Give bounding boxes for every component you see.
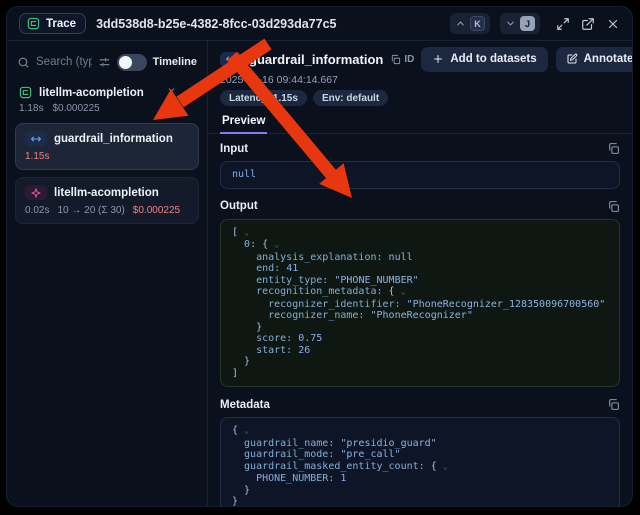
stat: 1.15s [25, 151, 49, 162]
timeline-label: Timeline [153, 56, 197, 68]
trace-icon [27, 17, 40, 30]
tree-item-label: guardrail_information [54, 133, 189, 145]
nav-prev-button[interactable]: K [450, 13, 490, 34]
annotate-button[interactable]: Annotate [556, 47, 633, 72]
topbar: Trace 3dd538d8-b25e-4382-8fcc-03d293da77… [7, 7, 632, 41]
tree-item-stats: 1.15s [25, 151, 189, 162]
tabbar: Preview [208, 111, 632, 134]
copy-id-button[interactable]: ID [390, 54, 414, 65]
annotate-button-group: Annotate [556, 47, 633, 72]
trace-type-badge: Trace [19, 13, 86, 34]
expand-icon[interactable] [556, 17, 570, 31]
copy-icon[interactable] [607, 142, 620, 155]
tab-preview[interactable]: Preview [220, 112, 267, 134]
copy-icon[interactable] [607, 200, 620, 213]
trace-id: 3dd538d8-b25e-4382-8fcc-03d293da77c5 [96, 17, 336, 31]
stat: 10 → 20 (Σ 30) [57, 205, 124, 216]
sidebar-item-guardrail_information[interactable]: guardrail_information 1.15s [15, 123, 199, 170]
filter-sliders-icon[interactable] [98, 56, 111, 69]
toggle-knob [119, 56, 132, 69]
status-badge: Env: default [313, 90, 388, 106]
trace-badge-label: Trace [46, 18, 76, 30]
nav-next-button[interactable]: J [500, 13, 540, 34]
input-section-title: Input [220, 143, 248, 155]
key-badge-j: J [520, 16, 535, 31]
stat: 0.02s [25, 205, 49, 216]
copy-icon[interactable] [607, 398, 620, 411]
status-badge: Latency: 1.15s [220, 90, 307, 106]
chevron-down-icon [505, 18, 516, 29]
plus-icon [432, 53, 444, 65]
search-icon [17, 56, 30, 69]
tree-item-label: litellm-acompletion [54, 187, 189, 199]
badges-row: Latency: 1.15s Env: default [220, 90, 620, 106]
copy-icon [390, 54, 401, 65]
observation-timestamp: 2025-05-16 09:44:14.667 [220, 74, 620, 86]
tree-root-item[interactable]: litellm-acompletion [15, 83, 199, 99]
timeline-toggle[interactable] [117, 54, 147, 71]
span-icon [220, 52, 242, 67]
trace-detail-window: Trace 3dd538d8-b25e-4382-8fcc-03d293da77… [6, 6, 633, 507]
root-duration: 1.18s [19, 103, 43, 114]
root-cost: $0.000225 [52, 103, 99, 114]
id-label: ID [404, 54, 414, 65]
output-section-title: Output [220, 200, 258, 212]
observation-title: guardrail_information [249, 52, 383, 67]
sidebar-item-litellm-acompletion[interactable]: litellm-acompletion 0.02s 10 → 20 (Σ 30) $0… [15, 177, 199, 224]
tree-items: guardrail_information 1.15s litellm-acompl… [15, 123, 199, 231]
stat: $0.000225 [133, 205, 180, 216]
expand-all-icon[interactable] [184, 87, 195, 98]
annotate-icon [566, 53, 578, 65]
metadata-section: Metadata { ⌄ guardrail_name: "presidio_g… [220, 396, 620, 506]
span-icon [25, 131, 47, 146]
output-code-box: [ ⌄ 0: { ⌄ analysis_explanation: null en… [220, 219, 620, 388]
trace-icon [19, 86, 32, 99]
close-icon[interactable] [606, 17, 620, 31]
output-section: Output [ ⌄ 0: { ⌄ analysis_explanation: … [220, 198, 620, 388]
chevron-up-icon [455, 18, 466, 29]
input-code-box: null [220, 161, 620, 189]
tree-root-label: litellm-acompletion [39, 87, 159, 99]
input-section: Input null [220, 140, 620, 189]
observation-detail-panel: guardrail_information ID Add to datasets [208, 41, 632, 506]
add-to-datasets-label: Add to datasets [450, 53, 536, 65]
search-input[interactable] [36, 56, 92, 68]
metadata-code-box: { ⌄ guardrail_name: "presidio_guard" gua… [220, 417, 620, 506]
external-link-icon[interactable] [581, 17, 595, 31]
generation-icon [25, 185, 47, 200]
add-to-datasets-button[interactable]: Add to datasets [421, 47, 547, 72]
collapse-all-icon[interactable] [166, 87, 177, 98]
metadata-section-title: Metadata [220, 399, 270, 411]
tree-item-stats: 0.02s 10 → 20 (Σ 30) $0.000225 [25, 205, 189, 216]
annotate-label: Annotate [584, 53, 633, 65]
trace-tree-sidebar: Timeline litellm-acompletion 1.18s $0.00… [7, 41, 208, 506]
key-badge-k: K [470, 16, 485, 31]
